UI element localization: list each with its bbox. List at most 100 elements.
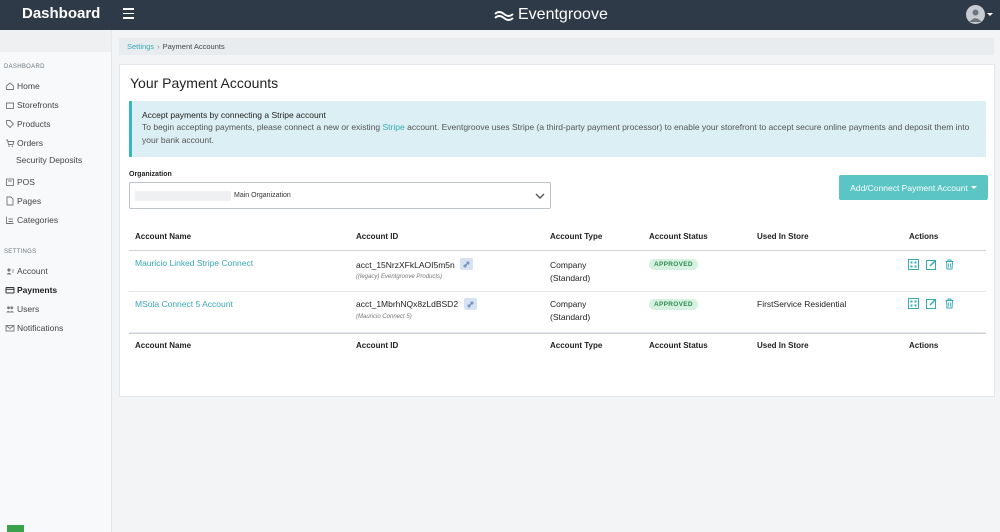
copy-id-button[interactable] [464,298,477,310]
column-header: Account Status [649,232,708,241]
sidebar-item-pages[interactable]: Pages [5,195,41,207]
sidebar-item-label: Payments [17,285,58,295]
link-icon [467,301,474,307]
sidebar-item-orders[interactable]: Orders [5,137,43,149]
qr-code-icon[interactable] [908,298,919,309]
table-row: MSola Connect 5 Account acct_1MbrhNQx8zL… [129,292,986,333]
sidebar-header-band [0,30,111,52]
breadcrumb-chevron-icon: › [157,42,160,51]
register-icon [6,178,14,186]
logo-text: Eventgroove [518,6,608,23]
sidebar-item-label: Home [17,81,40,91]
credit-card-icon [5,287,15,294]
sidebar-item-notifications[interactable]: Notifications [5,322,63,334]
sidebar-item-label: Categories [17,215,59,225]
account-id: acct_15NrzXFkLAOI5m5n [356,260,455,270]
sidebar-item-security-deposits[interactable]: Security Deposits [16,155,82,165]
status-badge: APPROVED [649,299,698,310]
sidebar-item-label: Notifications [17,323,64,333]
qr-code-icon[interactable] [908,259,919,270]
organization-selected-value: Main Organization [234,192,291,199]
add-connect-payment-account-button[interactable]: Add/Connect Payment Account [839,175,988,200]
trash-icon[interactable] [944,259,955,270]
sidebar-item-label: Users [17,304,40,314]
sidebar: DASHBOARD Home Storefronts Products Orde… [0,30,112,532]
table-footer-row: Account Name Account ID Account Type Acc… [129,333,986,359]
alert-title: Accept payments by connecting a Stripe a… [142,110,326,120]
sidebar-item-home[interactable]: Home [5,80,40,92]
table-row: Mauricio Linked Stripe Connect acct_15Nr… [129,251,986,292]
breadcrumb: Settings › Payment Accounts [119,38,994,55]
breadcrumb-settings-link[interactable]: Settings [127,42,154,51]
edit-icon[interactable] [926,259,937,270]
sidebar-item-pos[interactable]: POS [5,176,35,188]
user-menu-caret-icon[interactable] [987,13,993,16]
breadcrumb-current: Payment Accounts [162,42,225,51]
user-icon [969,9,982,22]
user-avatar[interactable] [966,5,985,24]
column-header: Account Type [550,232,603,241]
column-footer: Account Status [649,341,708,350]
brand-logo[interactable]: Eventgroove [494,4,608,26]
payment-accounts-table: Account Name Account ID Account Type Acc… [129,225,986,359]
account-type-sub: (Standard) [550,273,591,283]
account-name-link[interactable]: MSola Connect 5 Account [135,299,233,309]
sidebar-item-payments[interactable]: Payments [5,284,57,296]
table-header-row: Account Name Account ID Account Type Acc… [129,225,986,251]
organization-label: Organization [129,171,172,178]
alert-text-before: To begin accepting payments, please conn… [142,122,383,132]
account-id-note: ((legacy) Eventgroove Products) [356,274,443,280]
sidebar-item-label: Products [17,119,51,129]
app-title[interactable]: Dashboard [22,5,100,22]
user-card-icon [6,268,14,275]
users-icon [6,306,14,313]
account-type: Company [550,299,587,309]
organization-select[interactable]: Main Organization [129,182,551,209]
column-footer: Account Type [550,341,603,350]
menu-toggle-icon[interactable] [123,8,134,19]
account-id: acct_1MbrhNQx8zLdBSD2 [356,299,459,309]
category-icon [6,216,14,224]
account-name-link[interactable]: Mauricio Linked Stripe Connect [135,258,253,268]
edit-icon[interactable] [926,298,937,309]
wave-icon [494,11,514,21]
column-header: Used In Store [757,232,809,241]
add-button-label: Add/Connect Payment Account [850,182,968,193]
column-footer: Account Name [135,341,192,350]
cart-icon [6,139,15,147]
stripe-link[interactable]: Stripe [383,122,405,132]
home-icon [6,82,14,90]
envelope-icon [5,325,15,332]
column-header: Actions [909,232,939,241]
column-footer: Account ID [356,341,399,350]
trash-icon[interactable] [944,298,955,309]
account-type: Company [550,260,587,270]
sidebar-item-label: Storefronts [17,100,59,110]
account-id-note: (Mauricio Connect 5) [356,314,412,320]
stripe-info-alert: Accept payments by connecting a Stripe a… [129,101,986,157]
document-icon [6,196,14,206]
sidebar-item-users[interactable]: Users [5,303,39,315]
sidebar-item-label: POS [17,177,35,187]
tag-icon [6,120,15,129]
sidebar-item-storefronts[interactable]: Storefronts [5,99,59,111]
status-badge: APPROVED [649,259,698,270]
top-bar: Dashboard Eventgroove [0,0,1000,30]
status-indicator [7,525,24,532]
sidebar-item-label: Pages [17,196,42,206]
used-in-store: FirstService Residential [757,299,847,309]
sidebar-item-account[interactable]: Account [5,265,48,277]
sidebar-item-categories[interactable]: Categories [5,214,58,226]
caret-down-icon [970,186,977,189]
sidebar-item-products[interactable]: Products [5,118,51,130]
sidebar-item-label: Account [17,266,48,276]
column-footer: Actions [909,341,939,350]
copy-id-button[interactable] [460,258,473,270]
sidebar-section-dashboard: DASHBOARD [4,64,45,70]
organization-redacted-area [135,191,231,201]
column-header: Account ID [356,232,399,241]
chevron-down-icon [535,193,545,199]
column-footer: Used In Store [757,341,809,350]
store-icon [6,102,14,109]
sidebar-item-label: Orders [17,138,43,148]
